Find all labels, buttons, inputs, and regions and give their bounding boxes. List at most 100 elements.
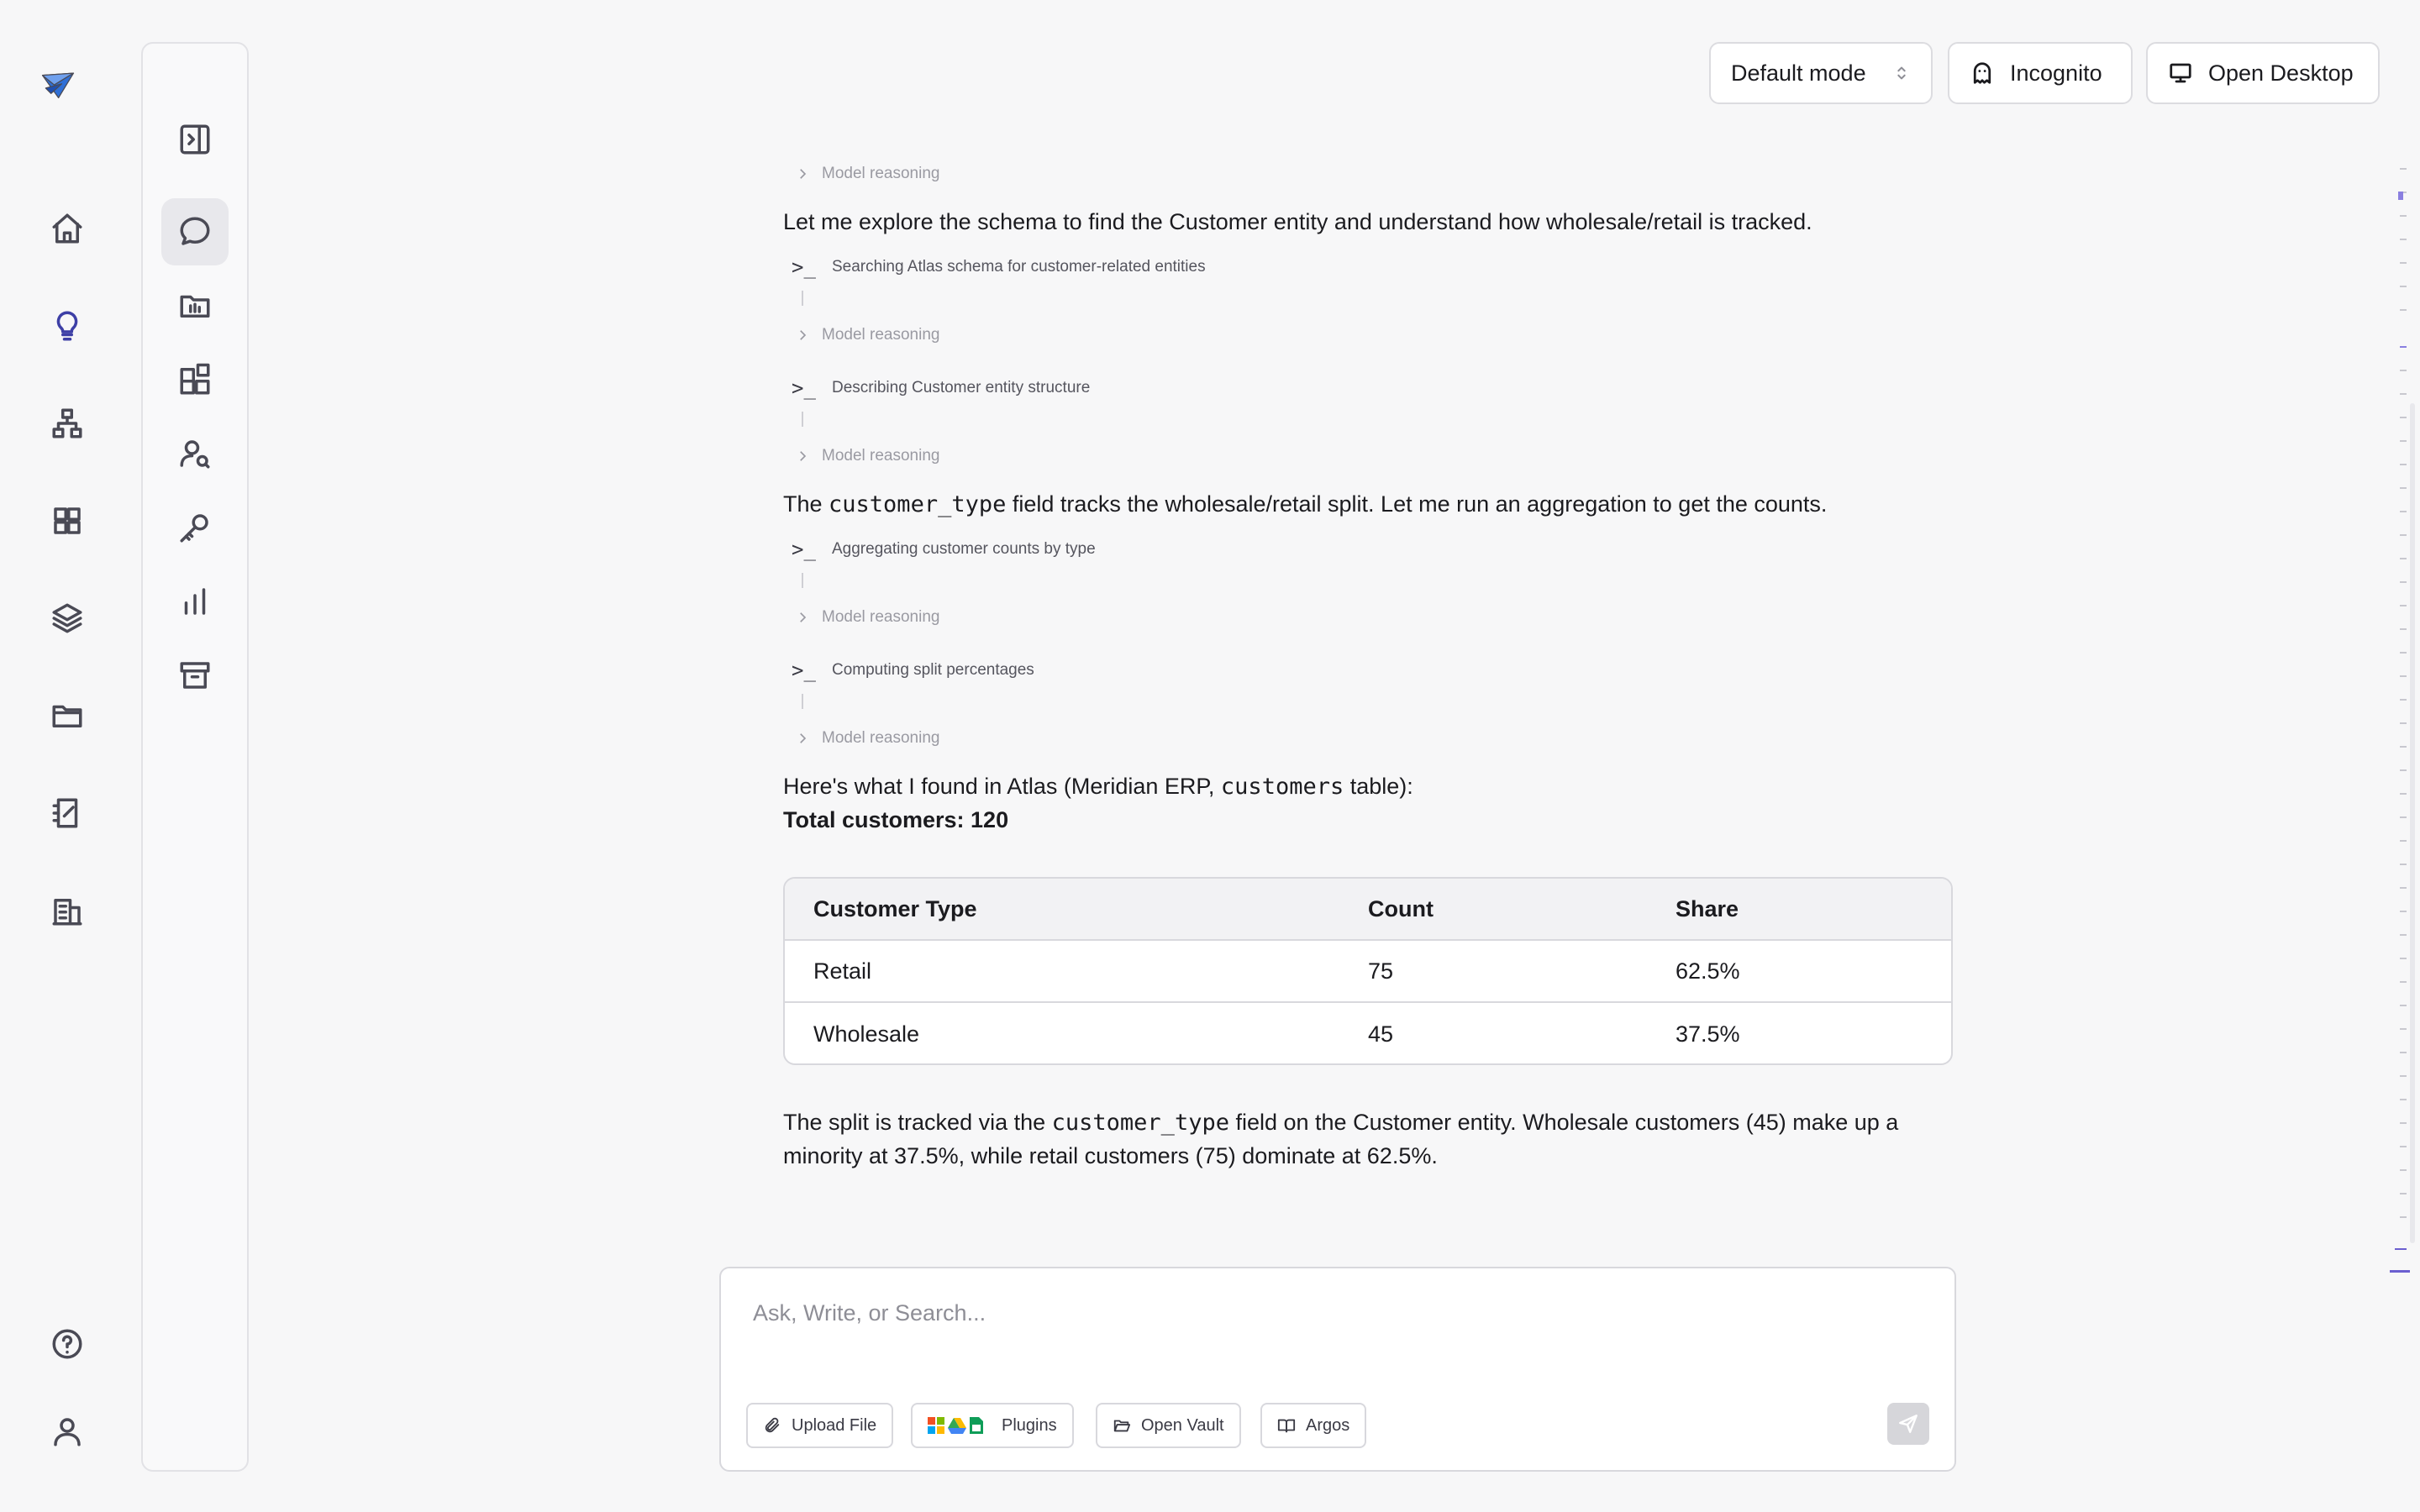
upload-file-label: Upload File	[792, 1415, 877, 1435]
terminal-icon: >_	[792, 659, 816, 682]
inline-code: customers	[1220, 774, 1344, 800]
chevron-right-icon	[800, 733, 807, 743]
folder-open-icon	[1113, 1420, 1131, 1432]
folder-icon[interactable]	[44, 692, 91, 739]
chat-icon[interactable]	[161, 198, 229, 265]
project-folder-icon[interactable]	[161, 272, 229, 339]
step-connector	[802, 291, 803, 306]
chevron-right-icon	[800, 451, 807, 461]
tool-call-label: Searching Atlas schema for customer-rela…	[832, 258, 1206, 276]
table-row: Wholesale 45 37.5%	[785, 1003, 1951, 1063]
incognito-label: Incognito	[2010, 60, 2102, 86]
notebook-icon[interactable]	[44, 790, 91, 837]
send-icon	[1899, 1415, 1918, 1433]
tool-call-label: Computing split percentages	[832, 661, 1034, 679]
table-cell: 62.5%	[1676, 958, 1740, 984]
widgets-icon[interactable]	[161, 346, 229, 413]
lightbulb-icon[interactable]	[44, 302, 91, 349]
message-text: table):	[1344, 774, 1413, 799]
model-reasoning-toggle[interactable]: Model reasoning	[795, 447, 939, 465]
reasoning-label: Model reasoning	[822, 447, 940, 465]
app-rail	[0, 0, 134, 1512]
summary-line-2: minority at 37.5%, while retail customer…	[783, 1143, 1438, 1168]
tool-call[interactable]: >_ Describing Customer entity structure	[792, 376, 1090, 400]
message-text: The	[783, 491, 829, 517]
mode-select[interactable]: Default mode	[1709, 42, 1933, 104]
message-text: Here's what I found in Atlas (Meridian E…	[783, 774, 1221, 799]
home-icon[interactable]	[44, 205, 91, 252]
tool-call[interactable]: >_ Searching Atlas schema for customer-r…	[792, 255, 1206, 279]
composer-input[interactable]: Ask, Write, or Search...	[753, 1300, 986, 1326]
ghost-icon	[1973, 62, 1991, 84]
open-desktop-button[interactable]: Open Desktop	[2146, 42, 2380, 104]
plugins-label: Plugins	[1002, 1415, 1057, 1435]
table-header-cell: Customer Type	[813, 895, 977, 921]
model-reasoning-toggle[interactable]: Model reasoning	[795, 608, 939, 627]
send-button[interactable]	[1887, 1403, 1929, 1445]
help-icon[interactable]	[44, 1320, 91, 1368]
total-customers: Total customers: 120	[783, 807, 1009, 832]
step-connector	[802, 573, 803, 588]
user-icon[interactable]	[44, 1408, 91, 1455]
table-cell: Retail	[813, 958, 872, 984]
table-cell: 45	[1368, 1021, 1394, 1047]
reasoning-label: Model reasoning	[822, 608, 940, 626]
chat-composer[interactable]: Ask, Write, or Search... Upload File Plu…	[719, 1267, 1956, 1472]
assistant-message: Let me explore the schema to find the Cu…	[783, 209, 1812, 234]
reasoning-label: Model reasoning	[822, 165, 940, 182]
results-table: Customer Type Count Share Retail 75 62.5…	[783, 877, 1953, 1065]
table-header-cell: Count	[1368, 895, 1434, 921]
plugins-button[interactable]: Plugins	[911, 1403, 1074, 1448]
plugins-logos-icon	[928, 1417, 983, 1434]
inline-code: customer_type	[829, 491, 1007, 517]
open-vault-label: Open Vault	[1141, 1415, 1224, 1435]
table-header-cell: Share	[1676, 895, 1739, 921]
table-cell: Wholesale	[813, 1021, 920, 1047]
model-reasoning-toggle[interactable]: Model reasoning	[795, 729, 939, 748]
table-cell: 75	[1368, 958, 1394, 984]
chevron-right-icon	[800, 330, 807, 340]
bar-chart-icon[interactable]	[161, 568, 229, 635]
conversation-minimap[interactable]	[2390, 160, 2410, 1285]
assistant-message: The customer_type field tracks the whole…	[783, 487, 1827, 522]
reasoning-label: Model reasoning	[822, 729, 940, 747]
monitor-icon	[2170, 63, 2191, 83]
model-reasoning-toggle[interactable]: Model reasoning	[795, 326, 939, 344]
tool-call[interactable]: >_ Aggregating customer counts by type	[792, 538, 1096, 561]
step-connector	[802, 412, 803, 427]
terminal-icon: >_	[792, 538, 816, 561]
scrollbar[interactable]	[2410, 403, 2415, 1243]
argos-button[interactable]: Argos	[1260, 1403, 1367, 1448]
message-text: The split is tracked via the	[783, 1110, 1052, 1135]
archive-icon[interactable]	[161, 642, 229, 709]
incognito-button[interactable]: Incognito	[1948, 42, 2133, 104]
table-header-row: Customer Type Count Share	[785, 879, 1951, 941]
open-desktop-label: Open Desktop	[2208, 60, 2354, 86]
tool-call-label: Describing Customer entity structure	[832, 379, 1091, 396]
org-chart-icon[interactable]	[44, 400, 91, 447]
step-connector	[802, 694, 803, 709]
mode-select-label: Default mode	[1731, 60, 1866, 86]
terminal-icon: >_	[792, 255, 816, 279]
grid-icon[interactable]	[44, 497, 91, 544]
tool-call[interactable]: >_ Computing split percentages	[792, 659, 1034, 682]
open-vault-button[interactable]: Open Vault	[1096, 1403, 1241, 1448]
terminal-icon: >_	[792, 376, 816, 400]
chevron-updown-icon	[1897, 66, 1906, 80]
building-icon[interactable]	[44, 887, 91, 934]
message-text: field on the Customer entity. Wholesale …	[1228, 1110, 1899, 1135]
model-reasoning-toggle[interactable]: Model reasoning	[795, 165, 939, 183]
upload-file-button[interactable]: Upload File	[746, 1403, 894, 1448]
inline-code: customer_type	[1051, 1110, 1229, 1136]
secondary-panel	[141, 42, 249, 1472]
table-row: Retail 75 62.5%	[785, 941, 1951, 1003]
key-icon[interactable]	[161, 494, 229, 561]
layers-icon[interactable]	[44, 595, 91, 642]
toggle-sidebar-icon[interactable]	[161, 106, 229, 173]
paperclip-icon	[765, 1417, 780, 1433]
table-cell: 37.5%	[1676, 1021, 1740, 1047]
app-logo[interactable]	[40, 69, 96, 114]
message-text: field tracks the wholesale/retail split.…	[1006, 491, 1828, 517]
user-search-icon[interactable]	[161, 420, 229, 487]
chevron-right-icon	[800, 169, 807, 179]
